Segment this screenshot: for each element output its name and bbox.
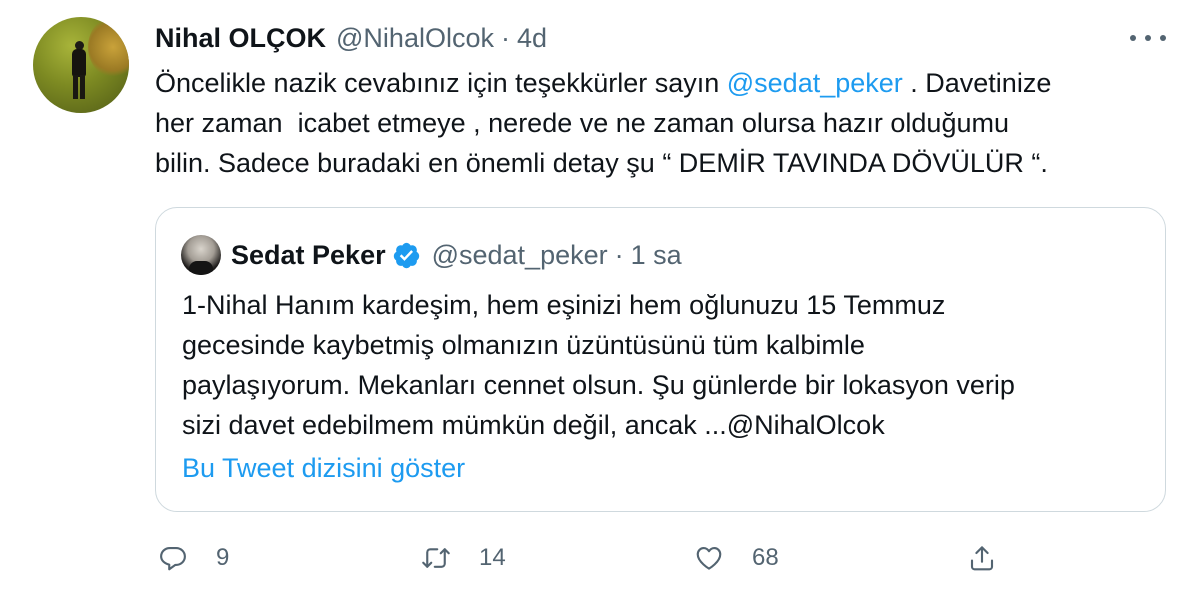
mention-link[interactable]: @sedat_peker [727,68,903,98]
like-button[interactable]: 68 [694,535,779,581]
user-handle[interactable]: @NihalOlcok [336,23,494,54]
tweet-text-line: Öncelikle nazik cevabınız için teşekkürl… [155,63,1175,103]
tweet-text: Öncelikle nazik cevabınız için teşekkürl… [155,63,1175,183]
retweet-button[interactable]: 14 [421,535,506,581]
header-separator: · [500,22,510,53]
quoted-text-line: sizi davet edebilmem mümkün değil, ancak… [182,410,885,440]
quoted-tweet-header: Sedat Peker @sedat_peker · 1 sa [231,235,682,275]
verified-badge-icon [393,242,419,268]
tweet-text-segment: bilin. Sadece buradaki en önemli detay ş… [155,148,1048,178]
more-dot [1160,35,1166,41]
avatar[interactable] [33,17,129,113]
tweet-timestamp[interactable]: 4d [517,23,547,54]
tweet-text-line: her zaman icabet etmeye , nerede ve ne z… [155,103,1175,143]
quoted-text-line: paylaşıyorum. Mekanları cennet olsun. Şu… [182,370,1015,400]
reply-icon [160,546,186,571]
more-dot [1130,35,1136,41]
tweet-card[interactable]: Nihal OLÇOK @NihalOlcok · 4d Öncelikle n… [0,0,1188,610]
quoted-avatar[interactable] [181,235,221,275]
like-count: 68 [752,544,779,571]
avatar-tree-shape [88,17,129,77]
share-icon [970,546,994,571]
quoted-tweet-timestamp[interactable]: 1 sa [631,240,682,271]
share-button[interactable] [967,535,997,581]
tweet-text-segment: . Davetinize [902,68,1052,98]
more-dots-icon[interactable] [1130,28,1166,48]
retweet-icon [422,548,450,568]
show-thread-link[interactable]: Bu Tweet dizisini göster [182,453,465,484]
heart-icon [696,546,722,570]
tweet-text-segment: her zaman icabet etmeye , nerede ve ne z… [155,108,1009,138]
more-dot [1145,35,1151,41]
reply-button[interactable]: 9 [158,535,229,581]
quoted-tweet-text: 1-Nihal Hanım kardeşim, hem eşinizi hem … [182,285,1152,445]
quoted-avatar-suit [189,261,213,275]
quoted-header-separator: · [614,239,624,270]
reply-count: 9 [216,544,230,571]
avatar-person-legs [73,75,85,99]
quoted-tweet[interactable]: Sedat Peker @sedat_peker · 1 sa 1-Nihal … [155,207,1166,512]
retweet-count: 14 [479,544,506,571]
quoted-text-line: 1-Nihal Hanım kardeşim, hem eşinizi hem … [182,290,946,320]
tweet-text-segment: Öncelikle nazik cevabınız için teşekkürl… [155,68,727,98]
avatar-person-body [72,49,86,77]
quoted-display-name[interactable]: Sedat Peker [231,240,386,271]
quoted-user-handle[interactable]: @sedat_peker [432,240,608,271]
tweet-text-line: bilin. Sadece buradaki en önemli detay ş… [155,143,1175,183]
display-name[interactable]: Nihal OLÇOK [155,23,326,54]
quoted-text-line: gecesinde kaybetmiş olmanızın üzüntüsünü… [182,330,865,360]
tweet-header: Nihal OLÇOK @NihalOlcok · 4d [155,20,547,56]
tweet-actions: 9 14 68 [0,535,1188,581]
